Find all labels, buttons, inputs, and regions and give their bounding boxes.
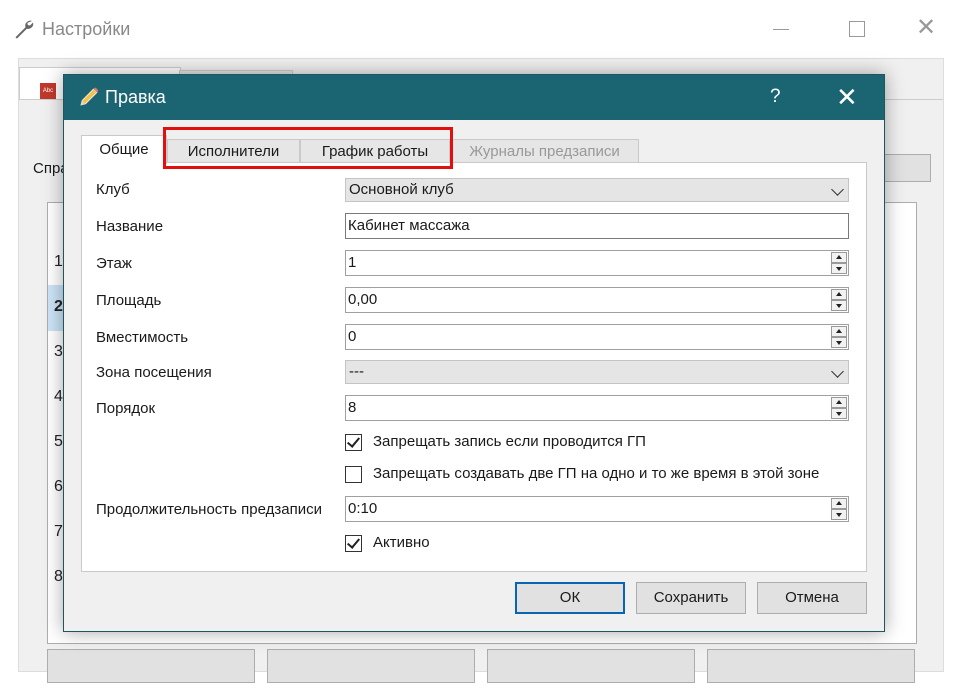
capacity-spin-buttons — [831, 326, 847, 348]
tab-general[interactable]: Общие — [81, 135, 167, 164]
spin-down-arrow-icon[interactable] — [831, 337, 847, 348]
reference-book-icon: Abc — [40, 83, 56, 99]
prebook-duration-label: Продолжительность предзаписи — [96, 501, 322, 518]
capacity-value: 0 — [348, 328, 357, 345]
capacity-spinbox[interactable]: 0 — [345, 324, 849, 350]
help-button[interactable]: ? — [770, 86, 781, 108]
edit-dialog: Правка ? ✕ Общие Исполнители График рабо… — [63, 74, 885, 632]
zone-select[interactable]: --- — [345, 360, 849, 384]
general-tab-pane: Клуб Основной клуб Название Кабинет масс… — [81, 162, 867, 572]
tab-performers[interactable]: Исполнители — [167, 139, 300, 163]
name-label: Название — [96, 218, 164, 235]
spin-up-arrow-icon[interactable] — [831, 289, 847, 300]
list-item[interactable]: 8 — [54, 568, 63, 586]
cancel-button[interactable]: Отмена — [757, 582, 867, 614]
prebook-duration-spinbox[interactable]: 0:10 — [345, 496, 849, 522]
spin-down-arrow-icon[interactable] — [831, 408, 847, 419]
maximize-button[interactable] — [849, 21, 865, 37]
dialog-title: Правка — [105, 87, 166, 107]
prebook-duration-spin-buttons — [831, 498, 847, 520]
list-item[interactable]: 4 — [54, 388, 63, 406]
spin-down-arrow-icon[interactable] — [831, 263, 847, 274]
area-label: Площадь — [96, 292, 162, 309]
spin-down-arrow-icon[interactable] — [831, 509, 847, 520]
spin-up-arrow-icon[interactable] — [831, 498, 847, 509]
wrench-icon — [15, 20, 34, 39]
spin-up-arrow-icon[interactable] — [831, 397, 847, 408]
active-checkbox[interactable] — [345, 535, 362, 552]
floor-label: Этаж — [96, 255, 132, 272]
minimize-button[interactable] — [773, 29, 789, 30]
capacity-label: Вместимость — [96, 329, 189, 346]
area-spin-buttons — [831, 289, 847, 311]
settings-window-title: Настройки — [42, 19, 131, 39]
club-select[interactable]: Основной клуб — [345, 178, 849, 202]
reference-combo[interactable] — [884, 154, 931, 182]
list-item[interactable]: 1 — [54, 253, 63, 271]
spin-up-arrow-icon[interactable] — [831, 252, 847, 263]
club-label: Клуб — [96, 181, 130, 198]
area-value: 0,00 — [348, 291, 378, 308]
list-item[interactable]: 7 — [54, 523, 63, 541]
tab-work-schedule[interactable]: График работы — [300, 139, 450, 163]
list-item[interactable]: 3 — [54, 343, 63, 361]
order-label: Порядок — [96, 400, 156, 417]
settings-close-button[interactable]: ✕ — [916, 14, 936, 42]
forbid-two-gp-label[interactable]: Запрещать создавать две ГП на одно и то … — [373, 465, 819, 482]
settings-edit-button[interactable] — [267, 649, 475, 683]
floor-value: 1 — [348, 254, 357, 271]
chevron-down-icon — [831, 365, 844, 378]
order-spinbox[interactable]: 8 — [345, 395, 849, 421]
list-item[interactable]: 5 — [54, 433, 63, 451]
settings-add-button[interactable] — [47, 649, 255, 683]
list-item[interactable]: 6 — [54, 478, 63, 496]
floor-spin-buttons — [831, 252, 847, 274]
list-item[interactable]: 2 — [54, 298, 63, 316]
name-input[interactable]: Кабинет массажа — [345, 213, 849, 239]
spin-down-arrow-icon[interactable] — [831, 300, 847, 311]
forbid-if-gp-checkbox[interactable] — [345, 434, 362, 451]
chevron-down-icon — [831, 183, 844, 196]
forbid-if-gp-label[interactable]: Запрещать запись если проводится ГП — [373, 433, 646, 450]
dialog-close-button[interactable]: ✕ — [836, 81, 858, 113]
ok-button[interactable]: ОК — [515, 582, 625, 614]
spin-up-arrow-icon[interactable] — [831, 326, 847, 337]
edit-dialog-titlebar: Правка ? ✕ — [64, 75, 884, 120]
settings-refresh-button[interactable] — [707, 649, 915, 683]
forbid-two-gp-checkbox[interactable] — [345, 466, 362, 483]
tab-prebooking-journals[interactable]: Журналы предзаписи — [450, 139, 639, 163]
zone-label: Зона посещения — [96, 364, 212, 381]
order-spin-buttons — [831, 397, 847, 419]
save-button[interactable]: Сохранить — [636, 582, 746, 614]
floor-spinbox[interactable]: 1 — [345, 250, 849, 276]
active-label[interactable]: Активно — [373, 534, 430, 551]
settings-window-titlebar: Настройки ✕ — [0, 0, 960, 58]
area-spinbox[interactable]: 0,00 — [345, 287, 849, 313]
club-value: Основной клуб — [349, 181, 454, 198]
pencil-icon — [80, 87, 99, 106]
prebook-duration-value: 0:10 — [348, 500, 378, 517]
settings-delete-button[interactable] — [487, 649, 695, 683]
zone-value: --- — [349, 363, 364, 380]
order-value: 8 — [348, 399, 357, 416]
